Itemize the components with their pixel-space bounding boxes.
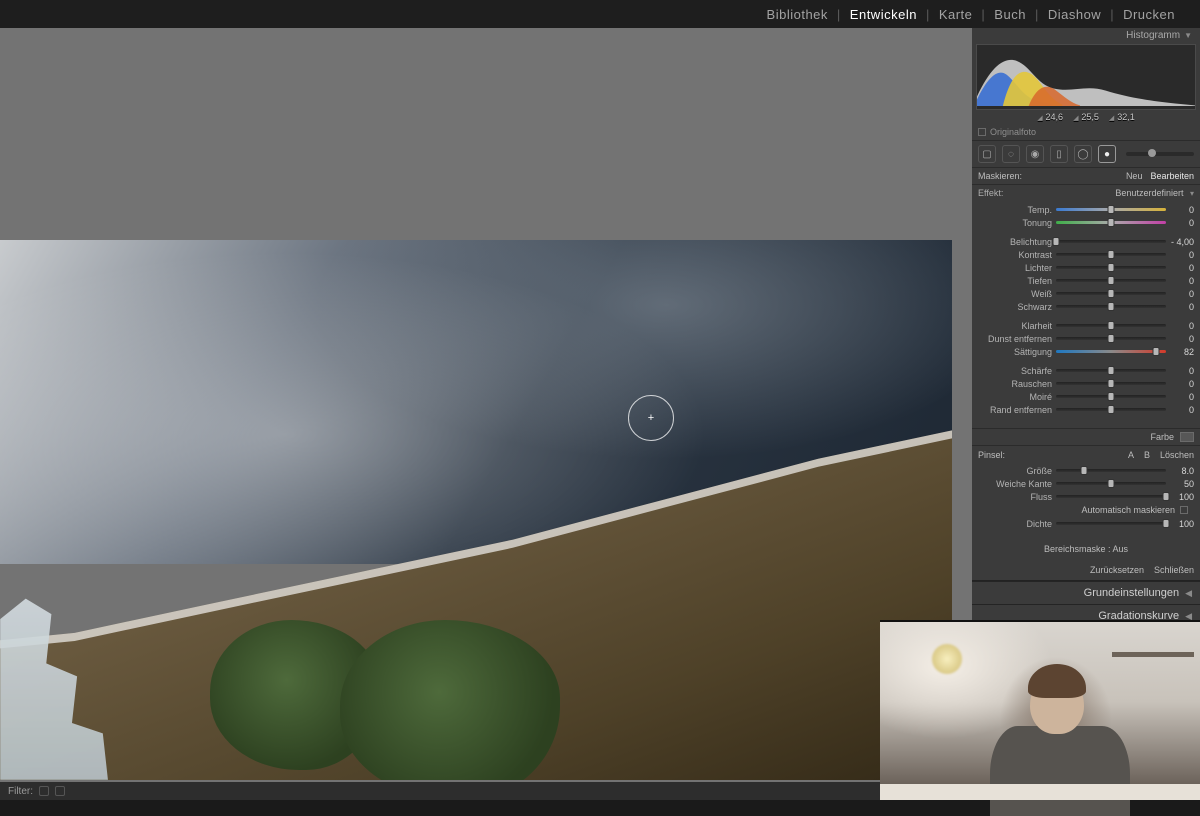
mask-edit[interactable]: Bearbeiten [1150, 171, 1194, 181]
effect-label: Effekt: [978, 188, 1003, 198]
color-label: Farbe [1150, 432, 1174, 442]
slider-whites[interactable]: Weiß0 [978, 287, 1194, 300]
brush-mode-row: Pinsel: A B Löschen [972, 445, 1200, 464]
slider-brush-size[interactable]: Größe8.0 [978, 464, 1194, 477]
histogram-header[interactable]: Histogramm▼ [972, 28, 1200, 43]
tab-map[interactable]: Karte [930, 7, 982, 22]
original-photo-toggle[interactable]: Originalfoto [972, 125, 1200, 141]
filter-chip-icon[interactable] [39, 786, 49, 796]
histogram-values: 24,6 25,5 32,1 [972, 110, 1200, 125]
range-mask-row[interactable]: Bereichsmaske : Aus [972, 536, 1200, 562]
brush-erase[interactable]: Löschen [1160, 450, 1194, 460]
slider-clarity[interactable]: Klarheit0 [978, 319, 1194, 332]
slider-brush-feather[interactable]: Weiche Kante50 [978, 477, 1194, 490]
tab-book[interactable]: Buch [985, 7, 1035, 22]
radial-tool-icon[interactable]: ◯ [1074, 145, 1092, 163]
mask-new[interactable]: Neu [1126, 171, 1143, 181]
gradient-tool-icon[interactable]: ▯ [1050, 145, 1068, 163]
effect-preset[interactable]: Benutzerdefiniert ▾ [1115, 188, 1194, 198]
redeye-tool-icon[interactable]: ◉ [1026, 145, 1044, 163]
slider-sharpness[interactable]: Schärfe0 [978, 364, 1194, 377]
color-swatch-icon[interactable] [1180, 432, 1194, 442]
filmstrip-filter-bar[interactable]: Filter: [0, 782, 972, 800]
slider-highlights[interactable]: Lichter0 [978, 261, 1194, 274]
photo-preview[interactable] [0, 240, 952, 780]
reset-button[interactable]: Zurücksetzen [1090, 565, 1144, 575]
histogram[interactable] [976, 44, 1196, 110]
tab-develop[interactable]: Entwickeln [841, 7, 926, 22]
checkbox-icon[interactable] [1180, 506, 1188, 514]
brush-label: Pinsel: [978, 450, 1005, 460]
brush-actions: Zurücksetzen Schließen [972, 562, 1200, 581]
slider-temp[interactable]: Temp.0 [978, 203, 1194, 216]
close-button[interactable]: Schließen [1154, 565, 1194, 575]
brush-a[interactable]: A [1128, 450, 1134, 460]
brush-sliders: Größe8.0 Weiche Kante50 Fluss100 Automat… [972, 464, 1200, 536]
module-tabs: Bibliothek| Entwickeln| Karte| Buch| Dia… [0, 0, 1200, 28]
presenter-webcam-overlay [880, 620, 1200, 800]
brush-tool-icon[interactable]: ● [1098, 145, 1116, 163]
mask-mode-row: Maskieren: Neu Bearbeiten [972, 168, 1200, 185]
filter-label: Filter: [8, 786, 33, 797]
histogram-title: Histogramm [1126, 30, 1180, 41]
slider-saturation[interactable]: Sättigung82 [978, 345, 1194, 358]
canvas-area[interactable] [0, 28, 972, 782]
slider-defringe[interactable]: Rand entfernen0 [978, 403, 1194, 416]
slider-tint[interactable]: Tonung0 [978, 216, 1194, 229]
panel-basic[interactable]: Grundeinstellungen◀ [972, 581, 1200, 604]
brush-cursor-icon [628, 395, 674, 441]
slider-dehaze[interactable]: Dunst entfernen0 [978, 332, 1194, 345]
slider-contrast[interactable]: Kontrast0 [978, 248, 1194, 261]
tab-print[interactable]: Drucken [1114, 7, 1184, 22]
slider-blacks[interactable]: Schwarz0 [978, 300, 1194, 313]
tab-library[interactable]: Bibliothek [758, 7, 837, 22]
original-label: Originalfoto [990, 127, 1036, 137]
slider-noise[interactable]: Rauschen0 [978, 377, 1194, 390]
slider-shadows[interactable]: Tiefen0 [978, 274, 1194, 287]
slider-brush-density[interactable]: Dichte100 [978, 517, 1194, 530]
adjustment-sliders: Temp.0 Tonung0 Belichtung- 4,00 Kontrast… [972, 201, 1200, 428]
tool-opacity-slider[interactable] [1126, 152, 1194, 156]
color-row[interactable]: Farbe [972, 428, 1200, 445]
slider-moire[interactable]: Moiré0 [978, 390, 1194, 403]
spot-tool-icon[interactable]: ◌ [1002, 145, 1020, 163]
effect-row: Effekt: Benutzerdefiniert ▾ [972, 185, 1200, 201]
local-tools-strip: ▢ ◌ ◉ ▯ ◯ ● [972, 141, 1200, 168]
tab-slideshow[interactable]: Diashow [1039, 7, 1110, 22]
crop-tool-icon[interactable]: ▢ [978, 145, 996, 163]
brush-b[interactable]: B [1144, 450, 1150, 460]
automask-row[interactable]: Automatisch maskieren [978, 503, 1194, 517]
filter-chip-icon[interactable] [55, 786, 65, 796]
checkbox-icon[interactable] [978, 128, 986, 136]
mask-label: Maskieren: [978, 171, 1022, 181]
slider-brush-flow[interactable]: Fluss100 [978, 490, 1194, 503]
slider-exposure[interactable]: Belichtung- 4,00 [978, 235, 1194, 248]
